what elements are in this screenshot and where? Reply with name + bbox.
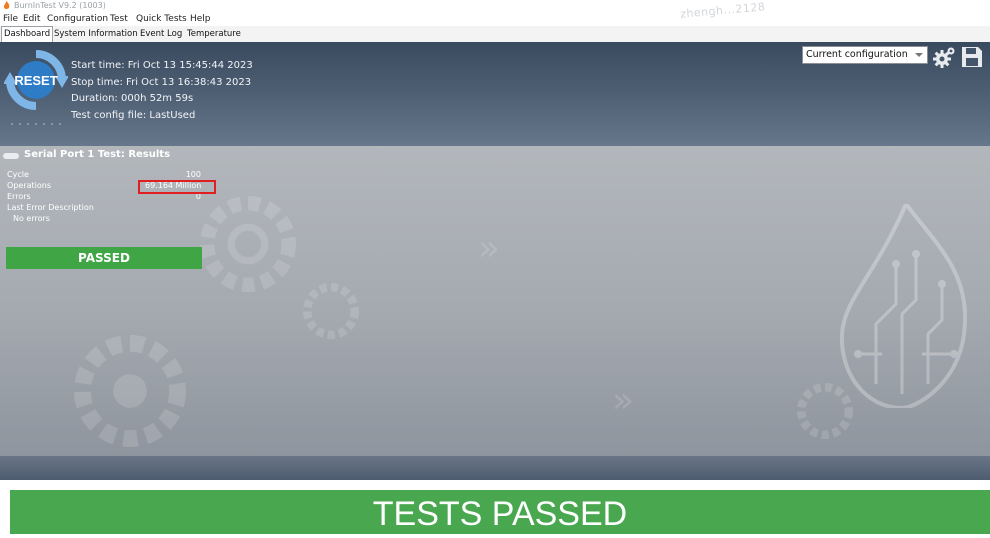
reset-logo-icon[interactable]: RESET [4, 48, 68, 130]
config-file: Test config file: LastUsed [71, 110, 196, 121]
start-time: Start time: Fri Oct 13 15:45:44 2023 [71, 60, 253, 71]
menu-help[interactable]: Help [190, 13, 211, 25]
background-gear-icon [303, 283, 359, 339]
highlight-box [138, 180, 216, 194]
cycle-label: Cycle [7, 170, 29, 179]
chevron-decoration-icon: » [478, 228, 501, 269]
header-panel: RESET Start time: Fri Oct 13 15:45:44 20… [0, 42, 990, 146]
flame-app-icon [3, 1, 10, 9]
save-icon[interactable] [960, 45, 984, 69]
window-title: BurnInTest V9.2 (1003) [14, 1, 106, 10]
tests-passed-banner: TESTS PASSED [10, 490, 990, 534]
background-gear-icon [200, 196, 296, 292]
tab-dashboard[interactable]: Dashboard [1, 26, 54, 42]
last-error-description-label: Last Error Description [7, 203, 94, 212]
errors-label: Errors [7, 192, 31, 201]
serial-port-icon [3, 153, 19, 159]
last-error-description-value: No errors [13, 214, 50, 223]
reset-logo-text: RESET [14, 73, 57, 88]
menu-edit[interactable]: Edit [23, 13, 40, 25]
menu-bar: File Edit Configuration Test Quick Tests… [0, 0, 990, 26]
tab-event-log[interactable]: Event Log [138, 27, 184, 41]
test-status-passed: PASSED [6, 247, 202, 269]
chevron-down-icon [915, 53, 923, 57]
title-bar: BurnInTest V9.2 (1003) [0, 0, 990, 12]
lower-strip [0, 456, 990, 480]
tab-bar: Dashboard System Information Event Log T… [0, 26, 990, 43]
menu-file[interactable]: File [3, 13, 18, 25]
duration: Duration: 000h 52m 59s [71, 93, 194, 104]
chevron-decoration-icon: » [612, 380, 635, 421]
menu-configuration[interactable]: Configuration [47, 13, 108, 25]
operations-label: Operations [7, 181, 51, 190]
background-gear-icon [74, 335, 186, 447]
gear-icon[interactable] [932, 45, 956, 69]
stop-time: Stop time: Fri Oct 13 16:38:43 2023 [71, 77, 252, 88]
configuration-dropdown-value: Current configuration [806, 49, 908, 60]
menu-quick-tests[interactable]: Quick Tests [136, 13, 187, 25]
cycle-value: 100 [185, 170, 201, 179]
results-title: Serial Port 1 Test: Results [24, 149, 171, 160]
tab-temperature[interactable]: Temperature [185, 27, 243, 41]
menu-test[interactable]: Test [110, 13, 128, 25]
configuration-dropdown[interactable]: Current configuration [802, 46, 928, 64]
flame-circuit-icon [839, 204, 968, 408]
tab-system-information[interactable]: System Information [52, 27, 140, 41]
